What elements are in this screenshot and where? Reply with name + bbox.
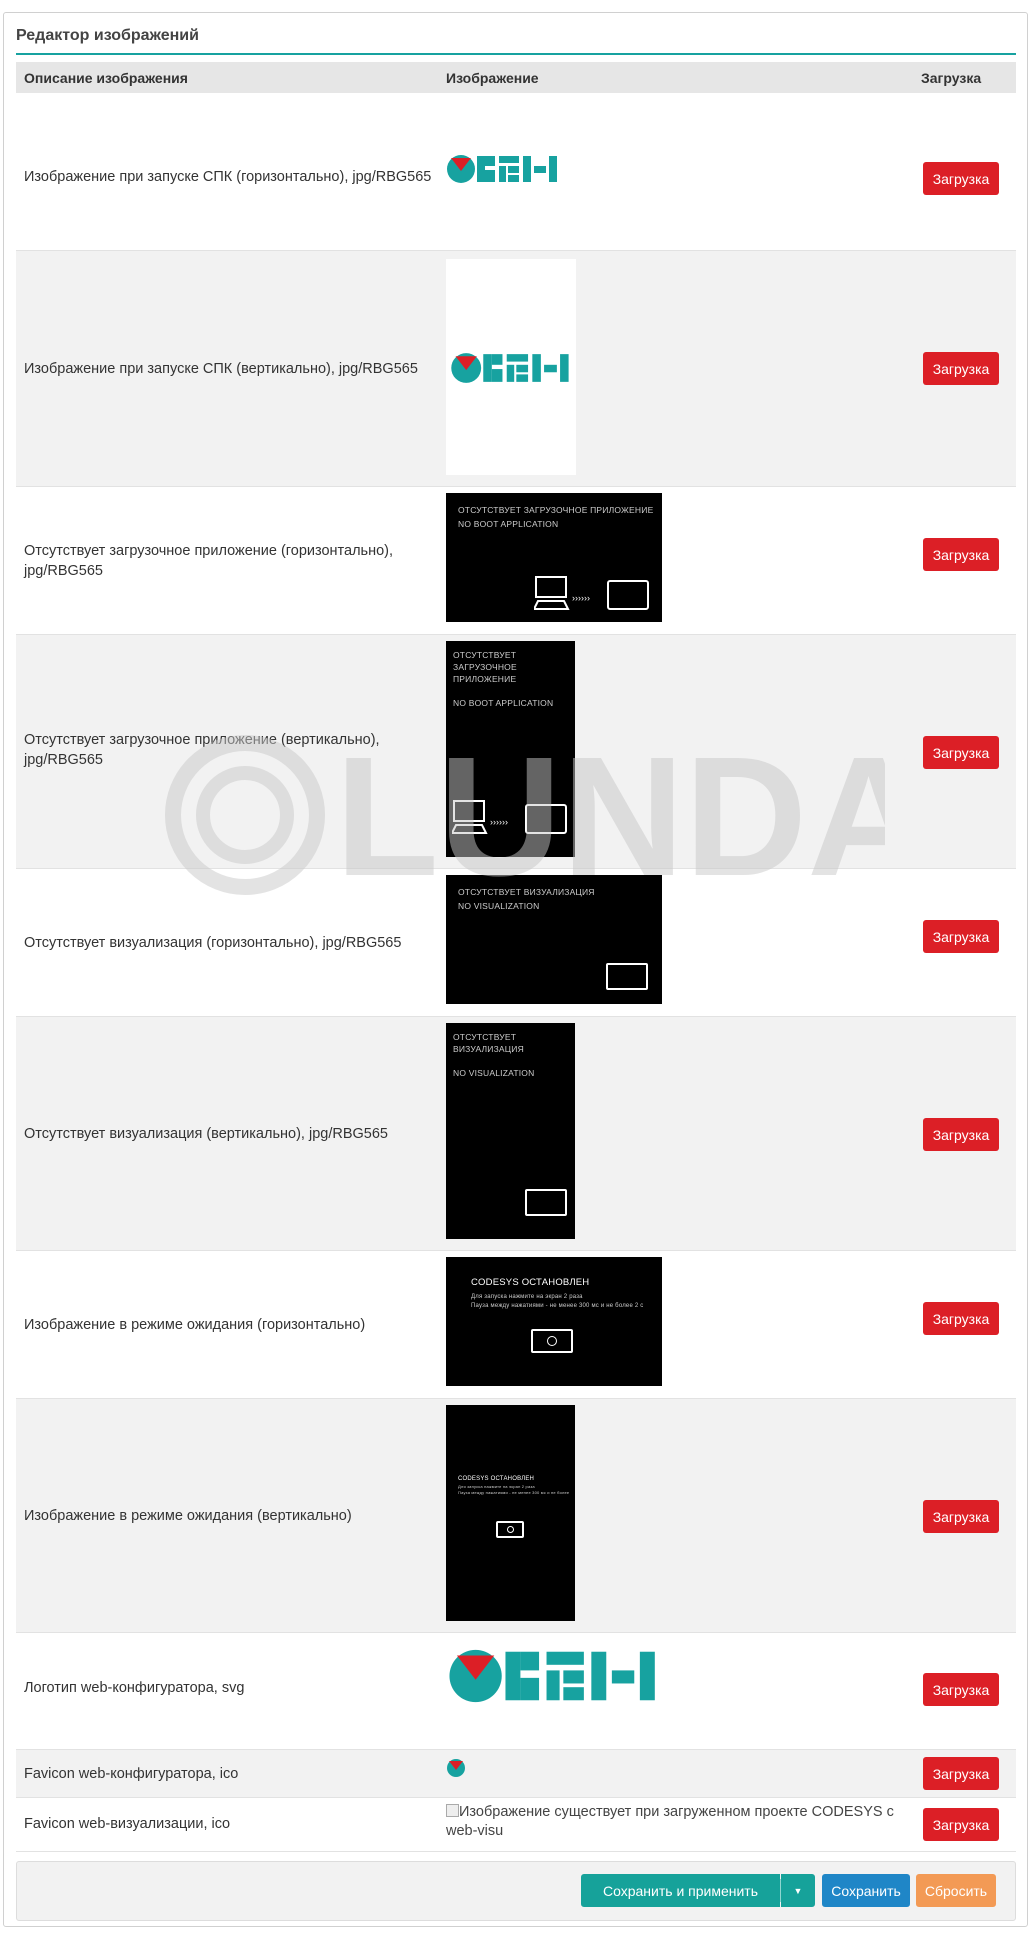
save-apply-dropdown[interactable]: ▼ — [781, 1874, 815, 1907]
broken-image: Изображение существует при загруженном п… — [446, 1803, 901, 1841]
row-description: Изображение при запуске СПК (горизонталь… — [24, 169, 432, 185]
row-description: Изображение при запуске СПК (вертикально… — [24, 361, 418, 377]
svg-text:››››››: ›››››› — [490, 817, 508, 827]
table-row: Изображение при запуске СПК (вертикально… — [16, 251, 1016, 487]
upload-button[interactable]: Загрузка — [923, 1673, 999, 1706]
image-editor-panel: Редактор изображений Описание изображени… — [3, 12, 1028, 1927]
screen-text: ОТСУТСТВУЕТ ВИЗУАЛИЗАЦИЯ — [458, 887, 595, 897]
reset-button[interactable]: Сбросить — [916, 1874, 996, 1907]
row-description: Изображение в режиме ожидания (вертикаль… — [24, 1508, 352, 1524]
upload-button[interactable]: Загрузка — [923, 1302, 999, 1335]
screen-title: CODESYS ОСТАНОВЛЕН — [471, 1277, 590, 1288]
row-description: Отсутствует визуализация (вертикально), … — [24, 1126, 388, 1142]
row-description: Изображение в режиме ожидания (горизонта… — [24, 1317, 366, 1333]
header-description: Описание изображения — [24, 70, 188, 86]
web-configurator-logo-image — [446, 1648, 662, 1708]
table-row: Изображение в режиме ожидания (вертикаль… — [16, 1399, 1016, 1633]
panel-title: Редактор изображений — [16, 27, 199, 44]
table-row: Favicon web-конфигуратора, ico Загрузка — [16, 1750, 1016, 1798]
broken-image-icon — [446, 1804, 459, 1817]
table-row: Отсутствует загрузочное приложение (верт… — [16, 635, 1016, 869]
screen-text: NO VISUALIZATION — [453, 1068, 535, 1078]
table-row: Favicon web-визуализации, ico Изображени… — [16, 1798, 1016, 1852]
save-button[interactable]: Сохранить — [822, 1874, 910, 1907]
upload-button[interactable]: Загрузка — [923, 162, 999, 195]
screen-text: NO BOOT APPLICATION — [453, 698, 554, 708]
standby-vertical-image: CODESYS ОСТАНОВЛЕН Для запуска нажмите н… — [446, 1405, 575, 1621]
screen-text: ВИЗУАЛИЗАЦИЯ — [453, 1044, 524, 1054]
pc-connection-icon: ›››››› — [452, 800, 567, 834]
upload-button[interactable]: Загрузка — [923, 1808, 999, 1841]
screen-text: NO VISUALIZATION — [458, 901, 540, 911]
screen-text: ОТСУТСТВУЕТ — [453, 1032, 517, 1042]
save-apply-button[interactable]: Сохранить и применить — [581, 1874, 780, 1907]
table-row: Отсутствует загрузочное приложение (гори… — [16, 487, 1016, 635]
monitor-icon — [531, 1329, 573, 1353]
table-row: Отсутствует визуализация (горизонтально)… — [16, 869, 1016, 1017]
screen-text: ПРИЛОЖЕНИЕ — [453, 674, 517, 684]
no-visu-horizontal-image: ОТСУТСТВУЕТ ВИЗУАЛИЗАЦИЯ NO VISUALIZATIO… — [446, 875, 662, 1004]
table-row: Отсутствует визуализация (вертикально), … — [16, 1017, 1016, 1251]
header-image: Изображение — [446, 70, 539, 86]
header-upload: Загрузка — [921, 70, 982, 86]
no-boot-vertical-image: ОТСУТСТВУЕТ ЗАГРУЗОЧНОЕ ПРИЛОЖЕНИЕ NO BO… — [446, 641, 575, 857]
screen-text: Пауза между нажатиями - не менее 300 мс … — [471, 1303, 644, 1309]
owen-logo-image — [446, 154, 560, 188]
no-visu-vertical-image: ОТСУТСТВУЕТ ВИЗУАЛИЗАЦИЯ NO VISUALIZATIO… — [446, 1023, 575, 1239]
screen-title: CODESYS ОСТАНОВЛЕН — [458, 1476, 535, 1482]
standby-horizontal-image: CODESYS ОСТАНОВЛЕН Для запуска нажмите н… — [446, 1257, 662, 1386]
caret-down-icon: ▼ — [793, 1885, 803, 1896]
upload-button[interactable]: Загрузка — [923, 736, 999, 769]
broken-image-alt: Изображение существует при загруженном п… — [446, 1804, 894, 1839]
screen-text: Для запуска нажмите на экран 2 раза — [471, 1294, 583, 1300]
upload-button[interactable]: Загрузка — [923, 1118, 999, 1151]
table-header: Описание изображения Изображение Загрузк… — [16, 62, 1016, 93]
upload-button[interactable]: Загрузка — [923, 1500, 999, 1533]
monitor-icon — [525, 1189, 567, 1216]
row-description: Отсутствует загрузочное приложение (верт… — [24, 732, 380, 768]
screen-text: ОТСУТСТВУЕТ ЗАГРУЗОЧНОЕ ПРИЛОЖЕНИЕ — [458, 505, 654, 515]
owen-logo-vertical-image — [446, 259, 576, 475]
row-description: Логотип web-конфигуратора, svg — [24, 1680, 245, 1696]
upload-button[interactable]: Загрузка — [923, 920, 999, 953]
table-row: Изображение при запуске СПК (горизонталь… — [16, 93, 1016, 251]
row-description: Favicon web-конфигуратора, ico — [24, 1766, 239, 1782]
screen-text: NO BOOT APPLICATION — [458, 519, 559, 529]
upload-button[interactable]: Загрузка — [923, 352, 999, 385]
no-boot-horizontal-image: ОТСУТСТВУЕТ ЗАГРУЗОЧНОЕ ПРИЛОЖЕНИЕ NO BO… — [446, 493, 662, 622]
svg-text:››››››: ›››››› — [572, 593, 590, 603]
favicon-image — [446, 1758, 466, 1782]
table-row: Логотип web-конфигуратора, svg Загрузка — [16, 1633, 1016, 1750]
row-description: Отсутствует визуализация (горизонтально)… — [24, 935, 402, 951]
table-row: Изображение в режиме ожидания (горизонта… — [16, 1251, 1016, 1399]
upload-button[interactable]: Загрузка — [923, 1757, 999, 1790]
upload-button[interactable]: Загрузка — [923, 538, 999, 571]
screen-text: Пауза между нажатиями - не менее 300 мс … — [458, 1490, 570, 1495]
action-bar: Сохранить и применить ▼ Сохранить Сброси… — [16, 1861, 1016, 1921]
screen-text: ЗАГРУЗОЧНОЕ — [453, 662, 517, 672]
monitor-icon — [606, 963, 648, 990]
screen-text: ОТСУТСТВУЕТ — [453, 650, 517, 660]
pc-connection-icon: ›››››› — [534, 576, 649, 610]
title-divider — [16, 53, 1016, 55]
row-description: Favicon web-визуализации, ico — [24, 1816, 231, 1832]
monitor-icon — [496, 1521, 524, 1538]
row-description: Отсутствует загрузочное приложение (гори… — [24, 543, 394, 579]
